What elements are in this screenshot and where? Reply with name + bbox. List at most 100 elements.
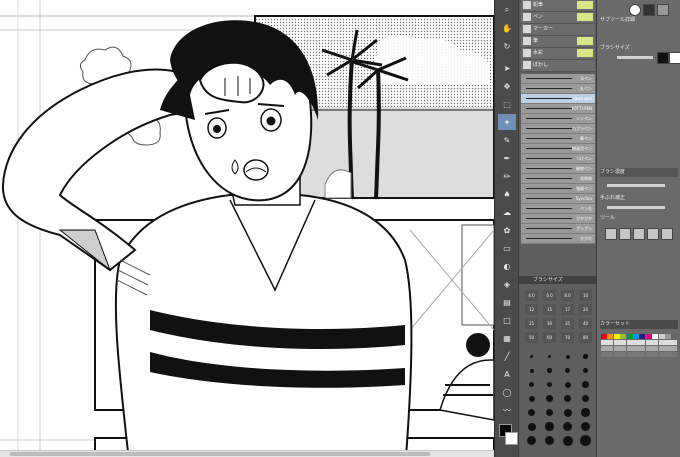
rotate-icon[interactable]: ↻ [498,38,516,54]
brush-size-dot[interactable] [579,434,592,447]
tip-shape-icon[interactable] [633,228,645,240]
brush-size-dot[interactable] [579,378,592,391]
brush-size-dot[interactable] [543,406,556,419]
zoom-icon[interactable]: ⌕ [498,2,516,18]
brush-size-value[interactable]: 10 [579,290,592,301]
brush-size-dot[interactable] [525,406,538,419]
brush-size-value[interactable]: 8.0 [561,290,574,301]
brush-size-value[interactable]: 4.0 [525,290,538,301]
palette-cell[interactable] [601,334,607,339]
balloon-icon[interactable]: ◯ [498,384,516,400]
palette-cell[interactable] [658,334,665,339]
brush-item[interactable]: YOTTI-PEN [521,104,595,114]
brush-item[interactable]: かすれ [521,234,595,244]
subtool-tab[interactable]: ペン [521,12,595,24]
brush-size-dot[interactable] [525,378,538,391]
brush-size-value[interactable]: 6.0 [543,290,556,301]
brush-item[interactable]: カブラペン [521,124,595,134]
palette-cell[interactable] [645,346,652,351]
canvas-horizontal-scrollbar[interactable] [0,450,494,457]
sub-color-swatch[interactable] [505,432,518,445]
brush-item[interactable]: 筆ペン [521,134,595,144]
brush-item[interactable]: Synchro [521,194,595,204]
palette-cell[interactable] [645,352,652,357]
palette-cell[interactable] [665,334,671,339]
brush-size-dot[interactable] [525,434,538,447]
color-mode-icon[interactable] [643,4,655,16]
brush-size-value[interactable]: 20 [579,304,592,315]
gradient-icon[interactable]: ▤ [498,294,516,310]
palette-cell[interactable] [620,346,627,351]
brush-item[interactable]: 効果線 [521,174,595,184]
brush-size-dot[interactable] [543,378,556,391]
palette-cell[interactable] [626,340,633,345]
brush-size-value[interactable]: 25 [525,318,538,329]
brush-item-selected[interactable]: rawe pen [521,94,595,104]
palette-cell[interactable] [639,334,646,339]
brush-size-dot[interactable] [561,420,574,433]
brush-item[interactable]: 丸ペン [521,84,595,94]
palette-cell[interactable] [620,334,627,339]
brush-size-value[interactable]: 17 [561,304,574,315]
brush-size-dot[interactable] [561,350,574,363]
palette-cell[interactable] [633,334,639,339]
brush-item[interactable]: つけペン [521,154,595,164]
palette-cell[interactable] [671,334,678,339]
brush-size-dot[interactable] [579,392,592,405]
palette-cell[interactable] [633,346,639,351]
brush-size-dot[interactable] [579,350,592,363]
white-swatch[interactable] [669,52,680,64]
brush-size-slider[interactable] [617,56,653,59]
operation-icon[interactable]: ➤ [498,60,516,76]
palette-cell[interactable] [613,352,620,357]
airbrush-icon[interactable]: ☁ [498,204,516,220]
palette-cell[interactable] [671,352,678,357]
move-layer-icon[interactable]: ✥ [498,78,516,94]
palette-cell[interactable] [626,352,633,357]
palette-cell[interactable] [652,352,659,357]
palette-cell[interactable] [658,352,665,357]
brush-size-dot[interactable] [561,434,574,447]
palette-cell[interactable] [626,346,633,351]
palette-cell[interactable] [652,346,659,351]
manga-page-artwork[interactable] [0,0,494,457]
subtool-tab[interactable]: 水彩 [521,48,595,60]
palette-cell[interactable] [665,346,671,351]
eraser-icon[interactable]: ▭ [498,240,516,256]
black-swatch[interactable] [657,52,669,64]
tip-shape-icon[interactable] [661,228,673,240]
stabilization-slider[interactable] [607,206,665,209]
brush-size-dot[interactable] [525,420,538,433]
palette-cell[interactable] [601,352,607,357]
text-icon[interactable]: A [498,366,516,382]
palette-cell[interactable] [613,340,620,345]
palette-cell[interactable] [620,340,627,345]
palette-cell[interactable] [665,340,671,345]
brush-item[interactable]: ミリペン [521,114,595,124]
palette-cell[interactable] [671,340,678,345]
figure-icon[interactable]: □ [498,312,516,328]
brush-size-value[interactable]: 50 [525,332,538,343]
brush-item[interactable]: Gペン [521,74,595,84]
selection-icon[interactable]: ⬚ [498,96,516,112]
subtool-tab[interactable]: ぼかし [521,60,595,72]
brush-size-value[interactable]: 70 [561,332,574,343]
palette-cell[interactable] [607,352,614,357]
subtool-tab[interactable]: 鉛筆 [521,0,595,12]
correct-line-icon[interactable]: 〰 [498,402,516,418]
tip-shape-icon[interactable] [619,228,631,240]
pencil-icon[interactable]: ✏ [498,168,516,184]
color-wheel-icon[interactable] [629,4,641,16]
brush-item[interactable]: ペン先 [521,204,595,214]
brush-size-dot[interactable] [561,406,574,419]
auto-select-icon[interactable]: ✦ [498,114,516,130]
brush-size-value[interactable]: 15 [543,304,556,315]
brush-size-dot[interactable] [525,392,538,405]
palette-cell[interactable] [645,334,652,339]
blend-icon[interactable]: ◐ [498,258,516,274]
palette-cell[interactable] [652,340,659,345]
brush-size-dot[interactable] [525,364,538,377]
canvas[interactable] [0,0,494,457]
palette-cell[interactable] [639,352,646,357]
eyedropper-icon[interactable]: ✎ [498,132,516,148]
